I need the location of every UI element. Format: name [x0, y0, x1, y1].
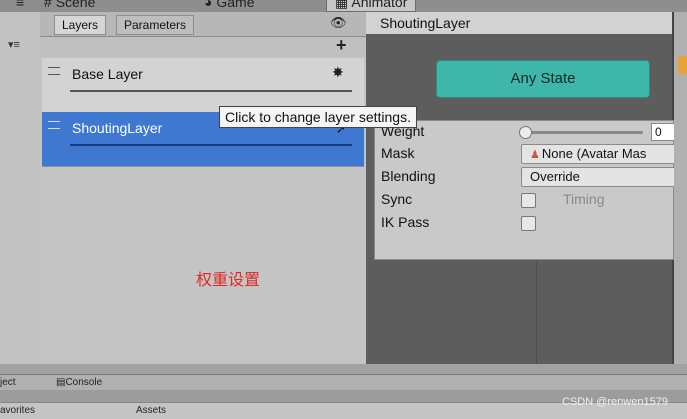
- annotation-text: 权重设置: [196, 272, 261, 289]
- tooltip: Click to change layer settings.: [219, 106, 417, 128]
- ik-pass-checkbox[interactable]: [521, 216, 536, 231]
- panel-menu-icon[interactable]: ▾≡: [8, 38, 20, 51]
- blending-label: Blending: [381, 168, 436, 184]
- tab-parameters[interactable]: Parameters: [116, 15, 195, 35]
- animator-icon: ▦: [335, 0, 349, 10]
- add-layer-row: +: [40, 35, 366, 57]
- left-side-panel: ▾≡: [0, 12, 41, 364]
- weight-slider-track[interactable]: [521, 131, 643, 134]
- menu-lines-icon[interactable]: ≡: [8, 0, 32, 11]
- layer-settings-popover: Weight 0 Mask ♟ None (Avatar Mas Blending…: [374, 120, 687, 260]
- layer-weight-bar: [70, 90, 352, 92]
- layer-item-base[interactable]: Base Layer ✸: [42, 58, 364, 113]
- weight-slider-knob[interactable]: [519, 126, 532, 139]
- eye-icon[interactable]: 👁: [330, 15, 347, 31]
- watermark: CSDN @renwen1579: [562, 396, 668, 408]
- any-state-node[interactable]: Any State: [436, 60, 650, 98]
- pacman-icon: ◕: [204, 0, 213, 10]
- mask-field[interactable]: ♟ None (Avatar Mas: [521, 144, 687, 164]
- tab-game[interactable]: ◕ Game: [196, 0, 262, 11]
- mask-label: Mask: [381, 145, 415, 161]
- drag-handle-icon[interactable]: [48, 67, 60, 75]
- tab-scene[interactable]: # Scene: [36, 0, 103, 11]
- avatar-mask-icon: ♟: [530, 149, 540, 161]
- layer-settings-header: ShoutingLayer: [366, 12, 672, 35]
- tab-project[interactable]: ject: [0, 377, 16, 388]
- header-title: ShoutingLayer: [380, 15, 471, 31]
- assets-breadcrumb[interactable]: Assets: [136, 405, 166, 416]
- timing-label: Timing: [563, 191, 605, 207]
- bottom-tab-bar: ject ▤Console: [0, 374, 687, 391]
- ik-pass-label: IK Pass: [381, 214, 430, 230]
- layer-weight-bar: [70, 144, 352, 146]
- sync-checkbox[interactable]: [521, 193, 536, 208]
- favorites-label[interactable]: avorites: [0, 405, 35, 416]
- orange-tag: [678, 56, 687, 74]
- layer-name: ShoutingLayer: [72, 120, 163, 136]
- gear-icon[interactable]: ✸: [332, 64, 344, 81]
- add-layer-button[interactable]: +: [336, 35, 347, 56]
- tab-layers[interactable]: Layers: [54, 15, 107, 35]
- sync-label: Sync: [381, 191, 413, 207]
- layers-panel: Layers Parameters 👁 + Base Layer ✸ Shout…: [40, 12, 367, 364]
- top-tab-strip: ≡ # Scene ◕ Game ▦ Animator: [0, 0, 687, 12]
- graph-divider: [536, 262, 537, 364]
- layers-toolbar: Layers Parameters 👁: [40, 12, 366, 37]
- blending-dropdown[interactable]: Override: [521, 167, 687, 187]
- tab-animator[interactable]: ▦ Animator: [326, 0, 417, 12]
- layer-name: Base Layer: [72, 66, 143, 82]
- tab-console[interactable]: ▤Console: [56, 377, 102, 388]
- drag-handle-icon[interactable]: [48, 121, 60, 129]
- hash-icon: #: [44, 0, 52, 10]
